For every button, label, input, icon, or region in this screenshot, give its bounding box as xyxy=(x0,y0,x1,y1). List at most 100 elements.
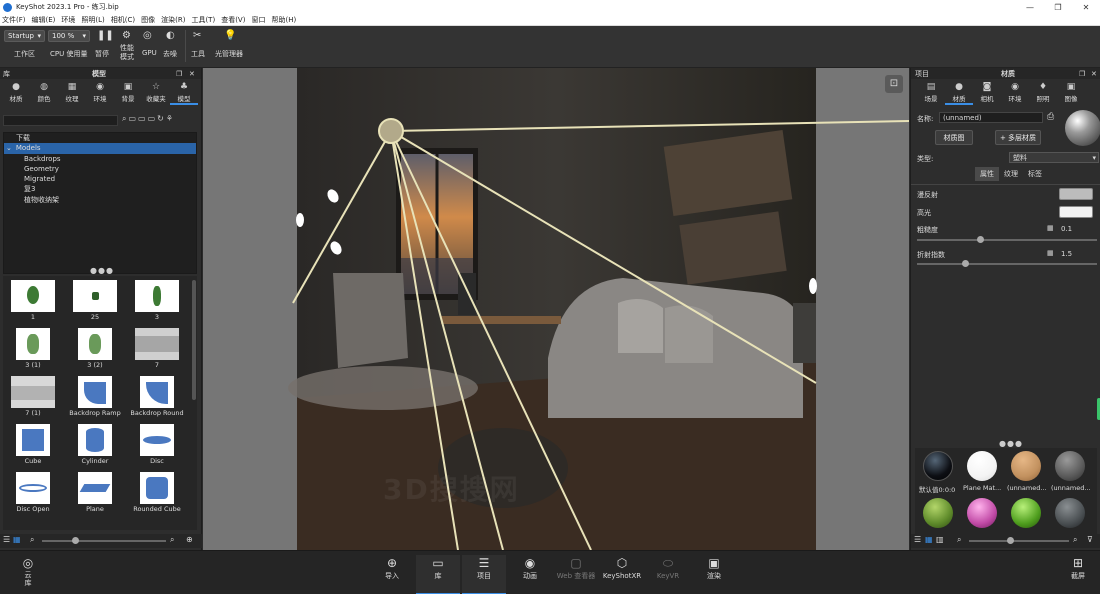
model-item[interactable]: Backdrop Ramp xyxy=(67,376,123,417)
ior-slider[interactable] xyxy=(917,263,1097,265)
filter-icon[interactable]: ⊽ xyxy=(1087,535,1093,544)
close-panel-icon[interactable]: ✕ xyxy=(1091,70,1097,78)
import-button[interactable]: ⊕ 导入 xyxy=(370,555,414,594)
render-viewport[interactable]: 3D搜搜网 3D搜搜网 ⊡ xyxy=(203,68,909,550)
material-ball[interactable] xyxy=(923,498,953,528)
menu-edit[interactable]: 编辑(E) xyxy=(30,15,60,25)
tab-scene[interactable]: ▤ 场景 xyxy=(917,82,945,105)
zoom-out-icon[interactable]: ⌕ xyxy=(30,535,34,545)
tab-materials[interactable]: ● 材质 xyxy=(2,82,30,105)
tab-environments[interactable]: ◉ 环境 xyxy=(86,82,114,105)
slider-knob[interactable] xyxy=(1007,537,1014,544)
tree-item-downloads[interactable]: 下载 xyxy=(4,133,196,143)
subtab-labels[interactable]: 标签 xyxy=(1023,167,1047,181)
tab-camera[interactable]: ◙ 相机 xyxy=(973,82,1001,105)
upload-icon[interactable]: ⊕ xyxy=(186,535,193,544)
tools-icon[interactable]: ✂ xyxy=(193,30,201,41)
zoom-select[interactable]: 100 % ▾ xyxy=(48,30,90,42)
tab-colors[interactable]: ◍ 颜色 xyxy=(30,82,58,105)
roughness-knob[interactable] xyxy=(977,236,984,243)
specular-color-swatch[interactable] xyxy=(1059,206,1093,218)
workspace-select[interactable]: Startup ▾ xyxy=(4,30,45,42)
project-button[interactable]: ☰ 项目 xyxy=(462,555,506,594)
folder-add-icon[interactable]: ▭ xyxy=(138,114,148,123)
tree-item-copy3[interactable]: 复3 xyxy=(4,184,196,194)
tree-item-migrated[interactable]: Migrated xyxy=(4,174,196,184)
lock-icon[interactable]: ⊡ xyxy=(885,75,903,93)
tab-favorites[interactable]: ☆ 收藏夹 xyxy=(142,82,170,105)
tab-models[interactable]: ♣ 模型 xyxy=(170,82,198,105)
tab-textures[interactable]: ▦ 纹理 xyxy=(58,82,86,105)
screenshot-button[interactable]: ⊞ 截屏 xyxy=(1056,555,1100,594)
model-item[interactable]: 25 xyxy=(67,280,123,321)
model-item[interactable]: Disc Open xyxy=(5,472,61,513)
pause-label[interactable]: 暂停 xyxy=(95,49,109,59)
roughness-slider[interactable] xyxy=(917,239,1097,241)
roughness-value[interactable]: 0.1 xyxy=(1061,225,1072,233)
menu-render[interactable]: 渲染(R) xyxy=(159,15,189,25)
undock-icon[interactable]: ❐ xyxy=(176,70,182,78)
gpu-icon[interactable]: ◎ xyxy=(143,30,152,41)
multi-material-button[interactable]: + 多层材质 xyxy=(995,130,1041,145)
folder-icon[interactable]: ▭ xyxy=(128,114,138,123)
material-ball[interactable] xyxy=(967,451,997,481)
perf-mode-label-2[interactable]: 模式 xyxy=(120,52,134,62)
keyvr-button[interactable]: ⬭ KeyVR xyxy=(646,555,690,594)
material-ball[interactable] xyxy=(1011,498,1041,528)
texture-map-icon[interactable]: ▦ xyxy=(1047,249,1054,257)
slider-knob[interactable] xyxy=(72,537,79,544)
tools-label[interactable]: 工具 xyxy=(191,49,205,59)
tab-backplates[interactable]: ▣ 背景 xyxy=(114,82,142,105)
pause-icon[interactable]: ❚❚ xyxy=(97,30,114,41)
tree-item-geometry[interactable]: Geometry xyxy=(4,164,196,174)
model-item[interactable]: 3 xyxy=(129,280,185,321)
gpu-label[interactable]: GPU xyxy=(142,49,157,57)
menu-help[interactable]: 帮助(H) xyxy=(269,15,300,25)
performance-mode-icon[interactable]: ⚙ xyxy=(122,30,131,41)
subtab-properties[interactable]: 属性 xyxy=(975,167,999,181)
list-view-icon[interactable]: ☰ xyxy=(3,535,10,544)
model-item[interactable]: 3 (2) xyxy=(67,328,123,369)
zoom-out-icon[interactable]: ⌕ xyxy=(957,535,961,545)
denoise-label[interactable]: 去噪 xyxy=(163,49,177,59)
tab-lighting[interactable]: ♦ 照明 xyxy=(1029,82,1057,105)
menu-camera[interactable]: 相机(C) xyxy=(109,15,139,25)
model-item[interactable]: 3 (1) xyxy=(5,328,61,369)
share-icon[interactable]: ⚘ xyxy=(166,114,175,123)
zoom-in-icon[interactable]: ⌕ xyxy=(170,535,174,545)
undock-icon[interactable]: ❐ xyxy=(1079,70,1085,78)
thumbnail-size-slider[interactable] xyxy=(969,540,1069,542)
library-button[interactable]: ▭ 库 xyxy=(416,555,460,594)
material-type-select[interactable]: 塑料 ▾ xyxy=(1009,152,1099,163)
menu-lighting[interactable]: 照明(L) xyxy=(79,15,108,25)
model-item[interactable]: 7 xyxy=(129,328,185,369)
model-item[interactable]: Backdrop Round xyxy=(129,376,185,417)
keyshotxr-button[interactable]: ⬡ KeyShotXR xyxy=(600,555,644,594)
diffuse-color-swatch[interactable] xyxy=(1059,188,1093,200)
material-graph-button[interactable]: 材质图 xyxy=(935,130,973,145)
close-button[interactable]: ✕ xyxy=(1072,0,1100,14)
texture-map-icon[interactable]: ▦ xyxy=(1047,224,1054,232)
save-icon[interactable]: ⎙ xyxy=(1047,112,1054,122)
cloud-library-button[interactable]: ◎ 云 库 xyxy=(6,555,50,594)
tree-item-models[interactable]: ⌄ Models xyxy=(4,143,196,154)
menu-tools[interactable]: 工具(T) xyxy=(189,15,219,25)
grid-scrollbar[interactable] xyxy=(192,280,196,400)
tab-material[interactable]: ● 材质 xyxy=(945,82,973,105)
folder-open-icon[interactable]: ▭ xyxy=(148,114,158,123)
light-manager-label[interactable]: 光管理器 xyxy=(215,49,243,59)
subtab-textures[interactable]: 纹理 xyxy=(999,167,1023,181)
cpu-usage-label[interactable]: CPU 使用量 xyxy=(50,49,87,59)
grid-view-icon[interactable]: ▦ xyxy=(13,535,21,544)
library-search-input[interactable] xyxy=(3,115,118,126)
model-item[interactable]: Plane xyxy=(67,472,123,513)
model-item[interactable]: 1 xyxy=(5,280,61,321)
splitter-handle-icon[interactable]: ●●● xyxy=(90,266,114,275)
denoise-icon[interactable]: ◐ xyxy=(166,30,175,41)
ior-value[interactable]: 1.5 xyxy=(1061,250,1072,258)
zoom-in-icon[interactable]: ⌕ xyxy=(1073,535,1077,545)
menu-image[interactable]: 图像 xyxy=(139,15,159,25)
animation-button[interactable]: ◉ 动画 xyxy=(508,555,552,594)
list-view-icon[interactable]: ☰ xyxy=(914,535,921,544)
thumbnail-size-slider[interactable] xyxy=(42,540,166,542)
